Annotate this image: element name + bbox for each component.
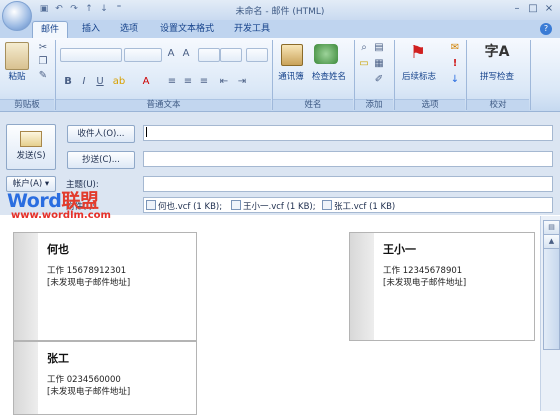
group-separator [530, 40, 531, 110]
text-caret [146, 127, 147, 137]
align-right-icon[interactable]: ≡ [198, 76, 210, 88]
attachment-item[interactable]: 张工.vcf (1 KB) [322, 200, 395, 212]
business-card-icon[interactable]: ▭ [358, 58, 370, 70]
help-icon[interactable]: ? [540, 23, 552, 35]
business-card: 王小一 工作 12345678901 [未发现电子邮件地址] [349, 232, 535, 341]
vcard-file-icon [322, 200, 332, 210]
spelling-icon[interactable]: 字A [484, 42, 510, 62]
send-button[interactable]: 发送(S) [6, 124, 56, 170]
vertical-scrollbar[interactable]: ▤ ▲ [540, 216, 560, 411]
align-center-icon[interactable]: ≡ [182, 76, 194, 88]
attach-file-icon[interactable]: ⌕ [358, 42, 370, 54]
business-card: 张工 工作 0234560000 [未发现电子邮件地址] [13, 341, 197, 415]
undo-icon[interactable]: ↶ [53, 3, 65, 15]
cc-field[interactable] [143, 151, 553, 167]
low-importance-icon[interactable]: ↓ [450, 74, 460, 86]
copy-icon[interactable]: ❐ [36, 56, 50, 68]
tab-options[interactable]: 选项 [112, 21, 146, 38]
address-book-label[interactable]: 通讯簿 [274, 70, 308, 82]
minimize-button[interactable]: – [510, 3, 524, 15]
office-button[interactable] [2, 1, 32, 31]
font-color-icon[interactable]: A [140, 76, 152, 88]
down-arrow-icon[interactable]: ↓ [98, 3, 110, 15]
vcard-file-icon [146, 200, 156, 210]
tab-mail[interactable]: 邮件 [32, 21, 69, 39]
card-stripe [14, 342, 38, 414]
clear-format-icon[interactable] [246, 48, 268, 62]
bold-icon[interactable]: B [62, 76, 74, 88]
title-bar: 未命名 - 邮件 (HTML) ▣ ↶ ↷ ↑ ↓ ⁼ – □ × [0, 0, 560, 21]
spelling-label[interactable]: 拼写检查 [474, 70, 520, 82]
send-button-label: 发送(S) [16, 151, 46, 161]
font-size-dropdown[interactable] [124, 48, 162, 62]
watermark-logo: Word联盟 [7, 190, 99, 212]
follow-up-flag-icon[interactable]: ⚑ [408, 42, 428, 64]
up-arrow-icon[interactable]: ↑ [83, 3, 95, 15]
font-name-dropdown[interactable] [60, 48, 122, 62]
cc-button[interactable]: 抄送(C)... [67, 151, 135, 169]
card-work-phone: 工作 12345678901 [383, 266, 463, 276]
card-name: 何也 [47, 243, 69, 256]
to-button[interactable]: 收件人(O)... [67, 125, 135, 143]
bullets-icon[interactable] [198, 48, 220, 62]
card-email: [未发现电子邮件地址] [383, 278, 467, 288]
calendar-icon[interactable]: ▦ [372, 58, 386, 70]
permission-icon[interactable]: ✉ [448, 42, 462, 54]
group-label-names: 姓名 [273, 99, 353, 111]
attach-item-icon[interactable]: ▤ [372, 42, 386, 54]
high-importance-icon[interactable]: ! [450, 58, 460, 70]
business-card: 何也 工作 15678912301 [未发现电子邮件地址] [13, 232, 197, 341]
paste-icon[interactable] [5, 42, 29, 70]
decrease-indent-icon[interactable]: ⇤ [218, 76, 230, 88]
highlight-icon[interactable]: ab [112, 76, 126, 88]
send-envelope-icon [20, 131, 42, 147]
group-label-clipboard: 剪贴板 [0, 99, 54, 111]
follow-up-label[interactable]: 后续标志 [398, 70, 440, 82]
group-label-options: 选项 [395, 99, 465, 111]
attachment-item[interactable]: 何也.vcf (1 KB); [146, 200, 222, 212]
ribbon-tabs: 邮件 插入 选项 设置文本格式 开发工具 ? [0, 20, 560, 39]
italic-icon[interactable]: I [78, 76, 90, 88]
scroll-thumb[interactable] [543, 248, 560, 350]
attachment-item[interactable]: 王小一.vcf (1 KB); [231, 200, 316, 212]
save-icon[interactable]: ▣ [38, 3, 50, 15]
tab-format-text[interactable]: 设置文本格式 [152, 21, 222, 38]
group-label-basic-text: 普通文本 [56, 99, 271, 111]
check-names-icon[interactable] [314, 44, 338, 64]
card-work-phone: 工作 0234560000 [47, 375, 121, 385]
card-stripe [350, 233, 374, 340]
numbering-icon[interactable] [220, 48, 242, 62]
card-name: 王小一 [383, 243, 416, 256]
ruler-toggle-icon[interactable]: ▤ [543, 220, 560, 235]
card-name: 张工 [47, 352, 69, 365]
card-email: [未发现电子邮件地址] [47, 278, 131, 288]
close-button[interactable]: × [542, 3, 556, 15]
maximize-button[interactable]: □ [526, 3, 540, 15]
underline-icon[interactable]: U [94, 76, 106, 88]
paste-button-label[interactable]: 粘贴 [4, 70, 30, 82]
check-names-label[interactable]: 检查姓名 [308, 70, 350, 82]
qat-customize-icon[interactable]: ⁼ [113, 3, 125, 15]
address-book-icon[interactable] [281, 44, 303, 66]
increase-indent-icon[interactable]: ⇥ [236, 76, 248, 88]
grow-font-icon[interactable]: A [164, 48, 178, 60]
tab-insert[interactable]: 插入 [74, 21, 108, 38]
group-label-include: 添加 [355, 99, 393, 111]
tab-developer[interactable]: 开发工具 [226, 21, 278, 38]
group-label-proofing: 校对 [467, 99, 529, 111]
to-field[interactable] [143, 125, 553, 141]
subject-field[interactable] [143, 176, 553, 192]
cut-icon[interactable]: ✂ [36, 42, 50, 54]
align-left-icon[interactable]: ≡ [166, 76, 178, 88]
vcard-file-icon [231, 200, 241, 210]
watermark-url: www.wordlm.com [11, 210, 111, 221]
redo-icon[interactable]: ↷ [68, 3, 80, 15]
signature-icon[interactable]: ✐ [372, 74, 386, 86]
card-stripe [14, 233, 38, 340]
shrink-font-icon[interactable]: A [179, 48, 193, 60]
card-work-phone: 工作 15678912301 [47, 266, 127, 276]
scroll-up-icon[interactable]: ▲ [543, 234, 560, 249]
card-email: [未发现电子邮件地址] [47, 387, 131, 397]
format-painter-icon[interactable]: ✎ [36, 70, 50, 82]
